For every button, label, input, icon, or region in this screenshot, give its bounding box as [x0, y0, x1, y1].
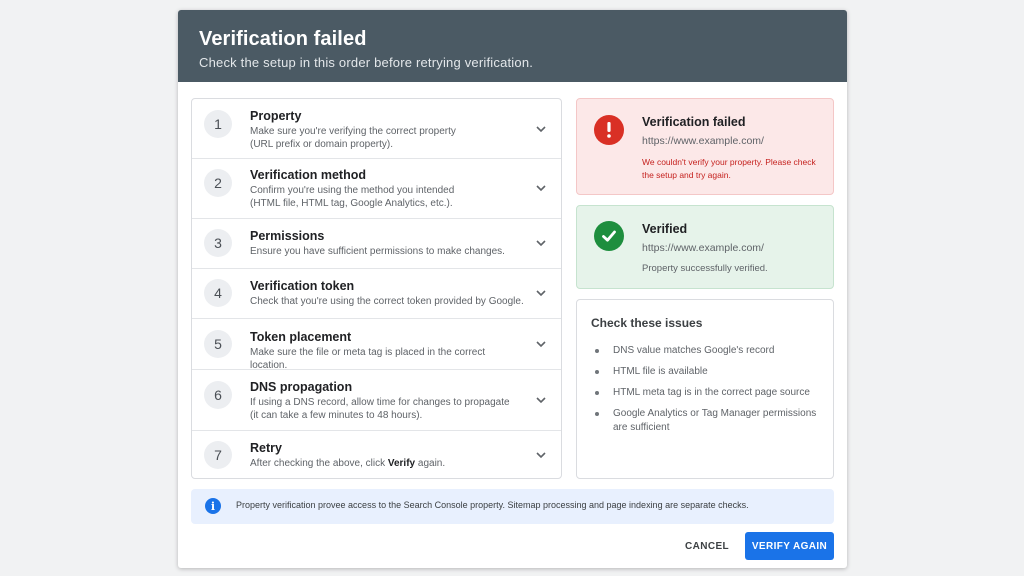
card-url: https://www.example.com/ [642, 242, 764, 254]
bullet-icon [595, 391, 599, 395]
cancel-button[interactable]: CANCEL [672, 532, 742, 560]
step-dns-propagation[interactable]: 6 DNS propagation If using a DNS record,… [192, 370, 561, 431]
step-title: Verification token [250, 279, 355, 293]
chevron-down-icon[interactable] [535, 237, 547, 249]
step-text: Retry After checking the above, click Ve… [250, 440, 525, 470]
chevron-down-icon[interactable] [535, 123, 547, 135]
step-desc-line: If using a DNS record, allow time for ch… [250, 397, 510, 408]
step-text: Permissions Ensure you have sufficient p… [250, 228, 525, 258]
verify-again-button[interactable]: VERIFY AGAIN [745, 532, 834, 560]
issues-list: DNS value matches Google's record HTML f… [593, 344, 823, 442]
bullet-icon [595, 412, 599, 416]
step-number: 3 [204, 229, 232, 257]
step-title: Token placement [250, 330, 352, 344]
step-permissions[interactable]: 3 Permissions Ensure you have sufficient… [192, 219, 561, 269]
step-title: DNS propagation [250, 380, 353, 394]
card-title: Verified [642, 222, 688, 236]
verification-dialog: Verification failed Check the setup in t… [178, 10, 847, 568]
step-description: Confirm you're using the method you inte… [250, 184, 525, 210]
step-number: 1 [204, 110, 232, 138]
issue-text: Google Analytics or Tag Manager permissi… [613, 408, 817, 433]
step-desc-emphasis: Verify [387, 458, 416, 469]
step-desc-line: Make sure the file or meta tag is placed… [250, 347, 486, 371]
step-retry[interactable]: 7 Retry After checking the above, click … [192, 431, 561, 478]
bullet-icon [595, 349, 599, 353]
card-url: https://www.example.com/ [642, 135, 764, 147]
exclamation-icon [594, 115, 624, 145]
step-number: 4 [204, 279, 232, 307]
step-number: 5 [204, 330, 232, 358]
step-desc-line: (it can take a few minutes to 48 hours). [250, 410, 423, 421]
step-desc-line: Ensure you have sufficient permissions t… [250, 246, 505, 257]
check-issues-panel: Check these issues DNS value matches Goo… [576, 299, 834, 479]
step-description: If using a DNS record, allow time for ch… [250, 396, 525, 422]
step-description: Make sure the file or meta tag is placed… [250, 346, 525, 372]
step-title: Retry [250, 441, 282, 455]
card-message-line: the setup and try again. [642, 170, 731, 180]
chevron-down-icon[interactable] [535, 394, 547, 406]
info-icon: i [205, 498, 221, 514]
list-item: HTML meta tag is in the correct page sou… [593, 386, 823, 400]
card-message-line: We couldn't verify your property. Please… [642, 157, 816, 167]
step-text: Verification method Confirm you're using… [250, 167, 525, 210]
step-description: Check that you're using the correct toke… [250, 295, 525, 308]
list-item: HTML file is available [593, 365, 823, 379]
issue-text: HTML file is available [613, 366, 708, 377]
chevron-down-icon[interactable] [535, 338, 547, 350]
chevron-down-icon[interactable] [535, 182, 547, 194]
step-number: 6 [204, 381, 232, 409]
info-text: Property verification provee access to t… [236, 500, 749, 510]
chevron-down-icon[interactable] [535, 287, 547, 299]
issue-text: HTML meta tag is in the correct page sou… [613, 387, 810, 398]
step-description: Ensure you have sufficient permissions t… [250, 245, 525, 258]
step-desc-line: (URL prefix or domain property). [250, 139, 394, 150]
step-desc-line: Check that you're using the correct toke… [250, 296, 524, 307]
step-desc-line: (HTML file, HTML tag, Google Analytics, … [250, 198, 453, 209]
card-message: Property successfully verified. [642, 263, 768, 274]
step-text: Property Make sure you're verifying the … [250, 108, 525, 151]
step-text: DNS propagation If using a DNS record, a… [250, 379, 525, 422]
chevron-down-icon[interactable] [535, 449, 547, 461]
step-verification-token[interactable]: 4 Verification token Check that you're u… [192, 269, 561, 319]
step-text: Verification token Check that you're usi… [250, 278, 525, 308]
step-text: Token placement Make sure the file or me… [250, 329, 525, 372]
step-title: Property [250, 109, 302, 123]
step-token-placement[interactable]: 5 Token placement Make sure the file or … [192, 319, 561, 372]
check-icon [594, 221, 624, 251]
step-description: After checking the above, click Verify a… [250, 457, 525, 470]
card-message: We couldn't verify your property. Please… [642, 156, 827, 182]
dialog-title: Verification failed [199, 28, 367, 50]
step-title: Permissions [250, 229, 325, 243]
step-number: 7 [204, 441, 232, 469]
bullet-icon [595, 370, 599, 374]
step-desc-line: Confirm you're using the method you inte… [250, 185, 455, 196]
step-property[interactable]: 1 Property Make sure you're verifying th… [192, 99, 561, 159]
list-item: DNS value matches Google's record [593, 344, 823, 358]
card-title: Verification failed [642, 115, 746, 129]
dialog-subtitle: Check the setup in this order before ret… [199, 55, 534, 70]
issue-text: DNS value matches Google's record [613, 345, 775, 356]
step-title: Verification method [250, 168, 366, 182]
step-description: Make sure you're verifying the correct p… [250, 125, 525, 151]
steps-list: 1 Property Make sure you're verifying th… [191, 98, 562, 479]
step-verification-method[interactable]: 2 Verification method Confirm you're usi… [192, 159, 561, 219]
dialog-header: Verification failed Check the setup in t… [178, 10, 847, 82]
info-banner: i Property verification provee access to… [191, 489, 834, 524]
step-desc-line: Make sure you're verifying the correct p… [250, 126, 456, 137]
step-desc-text: After checking the above, click [250, 458, 388, 469]
verified-card: Verified https://www.example.com/ Proper… [576, 205, 834, 289]
step-number: 2 [204, 169, 232, 197]
verification-failed-card: Verification failed https://www.example.… [576, 98, 834, 195]
issues-title: Check these issues [591, 316, 703, 330]
step-desc-text: again. [415, 458, 446, 469]
list-item: Google Analytics or Tag Manager permissi… [593, 407, 823, 435]
